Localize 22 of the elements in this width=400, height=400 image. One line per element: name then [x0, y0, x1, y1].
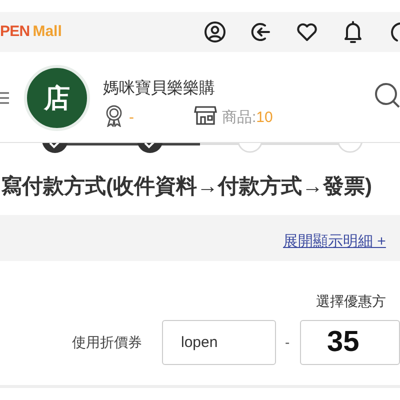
shop-name: 媽咪寶貝樂樂購: [103, 78, 215, 99]
expand-details-link[interactable]: 展開顯示明細 +: [283, 231, 386, 254]
shop-avatar: 店: [24, 65, 90, 131]
award-icon: [105, 105, 123, 127]
discount-amount-field[interactable]: 35: [300, 320, 400, 365]
product-count: 10: [256, 109, 273, 126]
section-title: 寫付款方式(收件資料→付款方式→發票): [0, 174, 373, 200]
discount-heading: 選擇優惠方: [316, 292, 386, 311]
heart-icon[interactable]: [296, 22, 318, 42]
coupon-field[interactable]: lopen: [162, 320, 276, 365]
store-icon: [194, 105, 217, 125]
product-count-label: 商品:: [222, 109, 256, 126]
rating-value: -: [129, 108, 134, 128]
separator: -: [285, 333, 290, 352]
logo-text: PEN: [0, 22, 30, 42]
login-icon[interactable]: [250, 21, 272, 43]
menu-icon[interactable]: [0, 92, 9, 104]
search-icon[interactable]: [374, 82, 400, 110]
bell-icon[interactable]: [342, 20, 364, 44]
logo-text: Mall: [32, 22, 62, 42]
user-icon[interactable]: [204, 21, 226, 43]
coupon-label: 使用折價券: [72, 333, 142, 352]
